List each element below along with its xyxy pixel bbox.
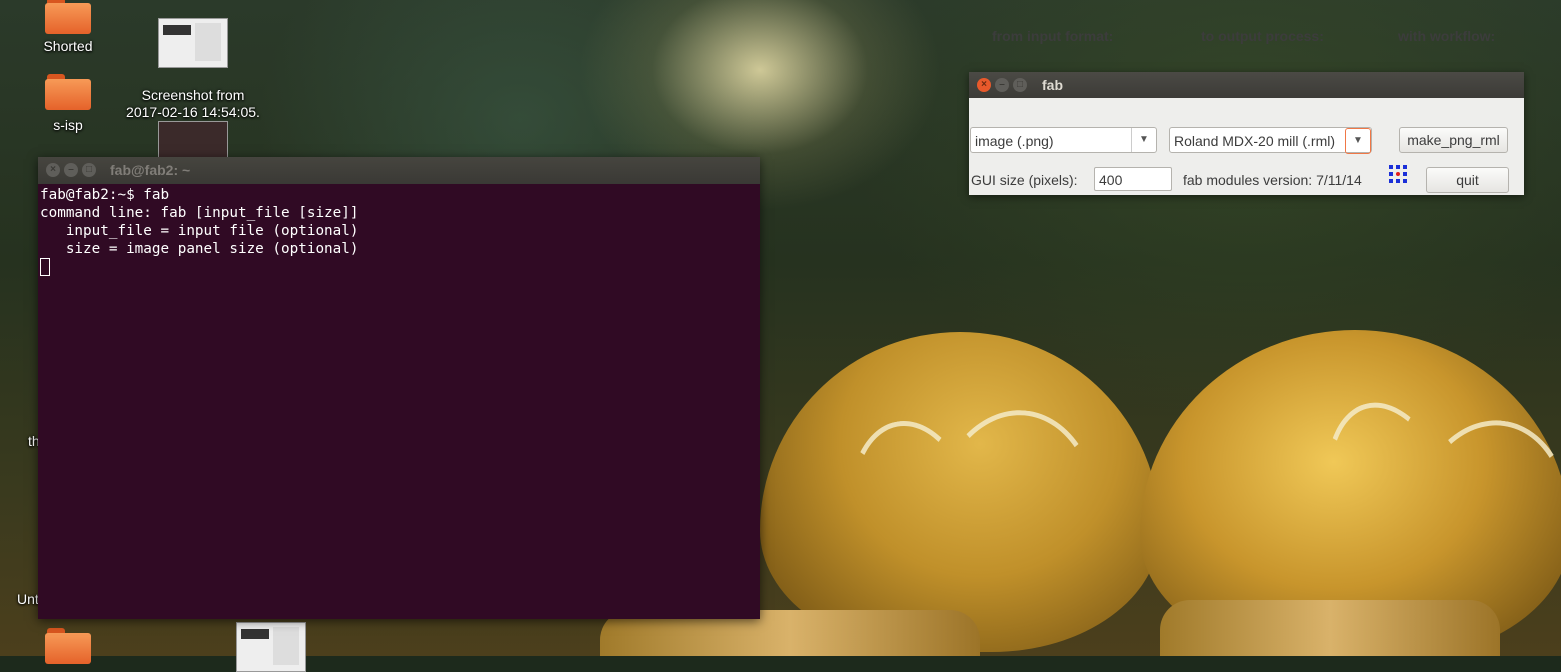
close-icon[interactable]: × — [977, 78, 991, 92]
terminal-title: fab@fab2: ~ — [110, 162, 191, 178]
close-icon[interactable]: × — [46, 163, 60, 177]
workflow-header: with workflow: — [1398, 28, 1496, 44]
dropdown-arrow-icon[interactable]: ▼ — [1131, 128, 1156, 152]
screenshot-thumbnail — [236, 622, 306, 672]
fab-logo-icon — [1389, 165, 1407, 183]
fab-title: fab — [1042, 77, 1063, 93]
folder-icon — [45, 628, 91, 664]
desktop-icon-s-isp[interactable]: s-isp — [28, 74, 108, 134]
version-label: fab modules version: 7/11/14 — [1183, 172, 1362, 188]
maximize-icon[interactable]: □ — [1013, 78, 1027, 92]
desktop-icon-label: Shorted — [43, 38, 93, 54]
terminal-line: fab@fab2:~$ fab — [40, 187, 170, 203]
terminal-cursor — [40, 258, 50, 276]
desktop-icon-screenshot-3[interactable] — [236, 622, 306, 672]
maximize-icon[interactable]: □ — [82, 163, 96, 177]
fab-titlebar[interactable]: × – □ fab — [969, 72, 1524, 98]
quit-button[interactable]: quit — [1426, 167, 1509, 193]
output-process-select[interactable]: Roland MDX-20 mill (.rml) ▼ — [1169, 127, 1372, 154]
terminal-titlebar[interactable]: × – □ fab@fab2: ~ — [38, 157, 760, 184]
input-format-header: from input format: — [992, 28, 1114, 44]
desktop-icon-label: s-isp — [53, 117, 83, 133]
terminal-window[interactable]: × – □ fab@fab2: ~ fab@fab2:~$ fab command… — [38, 157, 760, 619]
folder-icon — [45, 74, 91, 110]
terminal-line: input_file = input file (optional) — [40, 223, 359, 239]
terminal-output[interactable]: fab@fab2:~$ fab command line: fab [input_… — [38, 184, 760, 280]
dropdown-arrow-icon[interactable]: ▼ — [1345, 128, 1371, 154]
input-format-value: image (.png) — [975, 133, 1054, 149]
desktop-icon-shorted[interactable]: Shorted — [28, 0, 108, 55]
minimize-icon[interactable]: – — [995, 78, 1009, 92]
input-format-select[interactable]: image (.png) ▼ — [970, 127, 1157, 153]
desktop-icon-folder-bottom[interactable] — [28, 628, 108, 664]
gui-size-label: GUI size (pixels): — [971, 172, 1078, 188]
output-process-value: Roland MDX-20 mill (.rml) — [1174, 133, 1336, 149]
terminal-line: size = image panel size (optional) — [40, 241, 359, 257]
screenshot-thumbnail — [158, 18, 228, 68]
terminal-line: command line: fab [input_file [size]] — [40, 205, 359, 221]
gui-size-input[interactable]: 400 — [1094, 167, 1172, 191]
workflow-button[interactable]: make_png_rml — [1399, 127, 1508, 153]
folder-icon — [45, 0, 91, 34]
minimize-icon[interactable]: – — [64, 163, 78, 177]
output-process-header: to output process: — [1201, 28, 1324, 44]
